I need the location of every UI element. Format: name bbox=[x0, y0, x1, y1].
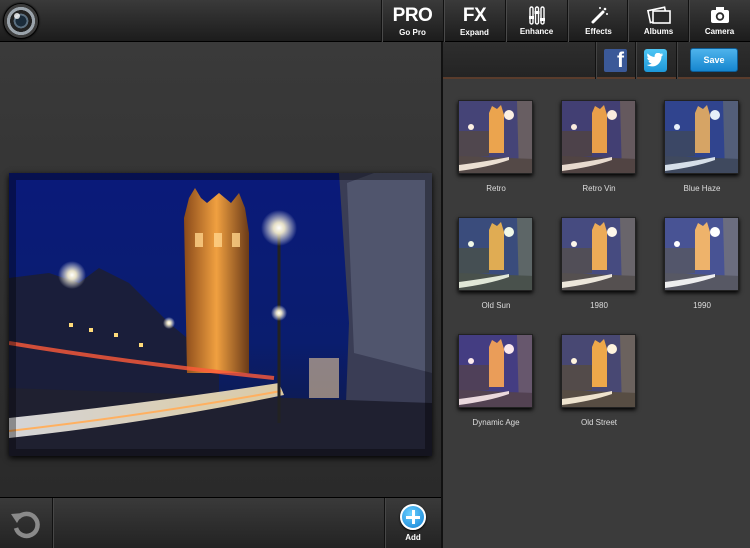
enhance-icon bbox=[506, 4, 567, 26]
effects-label: Effects bbox=[585, 27, 612, 36]
add-photo-button[interactable]: Add bbox=[384, 498, 441, 548]
filters-panel: f Save Retro Retro Vin Blue Haze Old Sun 198… bbox=[441, 42, 750, 548]
filter-preview-image bbox=[562, 101, 635, 173]
divider bbox=[676, 42, 677, 79]
facebook-share-button[interactable]: f bbox=[604, 49, 627, 72]
filter-preview-image bbox=[562, 335, 635, 407]
magic-wand-icon bbox=[568, 4, 629, 26]
filter-label: Old Sun bbox=[481, 301, 511, 310]
filter-label: 1980 bbox=[590, 301, 608, 310]
filter-preview-image bbox=[665, 218, 738, 290]
camera-icon bbox=[689, 4, 750, 26]
photo-canvas-area bbox=[0, 42, 441, 497]
enhance-button[interactable]: Enhance bbox=[505, 0, 567, 42]
filter-preview-image bbox=[562, 218, 635, 290]
albums-button[interactable]: Albums bbox=[627, 0, 689, 42]
fx-title: FX bbox=[462, 5, 487, 26]
expand-fx-button[interactable]: FX Expand bbox=[443, 0, 505, 42]
camera-button[interactable]: Camera bbox=[688, 0, 750, 42]
filter-thumbnail[interactable] bbox=[458, 334, 533, 408]
filter-thumbnail[interactable] bbox=[561, 100, 636, 174]
filter-preview-image bbox=[665, 101, 738, 173]
night-street-photo-image bbox=[9, 173, 432, 456]
filter-label: 1990 bbox=[693, 301, 711, 310]
main-photo[interactable] bbox=[9, 173, 432, 456]
save-button[interactable]: Save bbox=[690, 48, 738, 72]
albums-label: Albums bbox=[643, 27, 674, 36]
go-pro-button[interactable]: PRO Go Pro bbox=[381, 0, 443, 42]
filter-preview-image bbox=[459, 101, 532, 173]
filter-thumbnail[interactable] bbox=[561, 334, 636, 408]
bottom-toolbar: Add bbox=[0, 497, 441, 548]
effects-button[interactable]: Effects bbox=[567, 0, 629, 42]
filter-label: Retro bbox=[486, 184, 506, 193]
go-pro-label: Go Pro bbox=[399, 28, 426, 37]
filter-label: Old Street bbox=[580, 418, 617, 427]
filter-thumbnail[interactable] bbox=[664, 217, 739, 291]
filter-thumbnail[interactable] bbox=[458, 217, 533, 291]
app-logo-lens-icon bbox=[3, 3, 39, 39]
filter-thumbnail[interactable] bbox=[664, 100, 739, 174]
share-bar: f Save bbox=[443, 42, 750, 79]
pro-title: PRO bbox=[392, 5, 433, 26]
divider bbox=[595, 42, 596, 79]
undo-button[interactable] bbox=[0, 498, 53, 548]
filter-label: Retro Vin bbox=[582, 184, 616, 193]
add-label: Add bbox=[405, 533, 421, 542]
add-icon bbox=[400, 504, 426, 530]
expand-label: Expand bbox=[460, 28, 489, 37]
filter-thumbnail[interactable] bbox=[561, 217, 636, 291]
filter-label: Blue Haze bbox=[683, 184, 721, 193]
top-toolbar: PRO Go Pro FX Expand Enhance Effects Alb… bbox=[0, 0, 750, 42]
filter-thumbnail[interactable] bbox=[458, 100, 533, 174]
facebook-icon: f bbox=[617, 49, 624, 72]
filter-label: Dynamic Age bbox=[472, 418, 520, 427]
enhance-label: Enhance bbox=[519, 27, 554, 36]
twitter-share-button[interactable] bbox=[644, 49, 667, 72]
twitter-bird-icon bbox=[647, 53, 664, 67]
filter-preview-image bbox=[459, 218, 532, 290]
filter-preview-image bbox=[459, 335, 532, 407]
divider bbox=[635, 42, 636, 79]
camera-label: Camera bbox=[704, 27, 735, 36]
undo-icon bbox=[11, 511, 40, 539]
albums-icon bbox=[628, 4, 689, 26]
